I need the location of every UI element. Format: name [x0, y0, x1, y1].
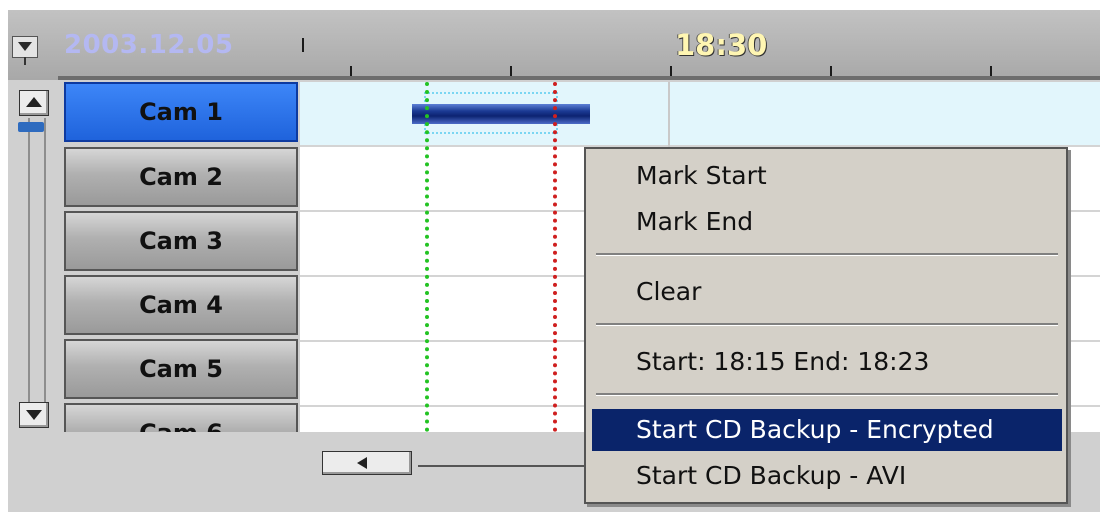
triangle-down-icon [26, 410, 42, 420]
recording-bar[interactable] [412, 104, 590, 124]
triangle-left-icon [357, 457, 367, 469]
time-label: 18:30 [675, 28, 768, 62]
scroll-track-left [28, 118, 30, 403]
scroll-up-button[interactable] [19, 90, 49, 116]
scroll-track-right [44, 118, 46, 403]
menu-item-clear[interactable]: Clear [592, 271, 1062, 313]
scroll-thumb[interactable] [18, 122, 44, 132]
cam-button-6[interactable]: Cam 6 [64, 403, 298, 432]
triangle-up-icon [26, 97, 42, 107]
scroll-left-button[interactable] [322, 451, 412, 475]
triangle-down-icon [18, 42, 32, 51]
cam-button-4[interactable]: Cam 4 [64, 275, 298, 335]
menu-separator [596, 393, 1058, 396]
menu-item-backup-encrypted[interactable]: Start CD Backup - Encrypted [592, 409, 1062, 451]
camera-scrollbar[interactable] [16, 88, 60, 433]
cam-button-1[interactable]: Cam 1 [64, 82, 298, 142]
dropdown-stem [24, 57, 26, 65]
menu-item-backup-avi[interactable]: Start CD Backup - AVI [592, 455, 1062, 497]
ruler-tick [302, 38, 304, 52]
menu-separator [596, 253, 1058, 256]
timeline-ruler [58, 76, 1100, 80]
camera-list: Cam 1 Cam 2 Cam 3 Cam 4 Cam 5 Cam 6 [62, 82, 300, 432]
date-dropdown-button[interactable] [12, 36, 38, 65]
menu-item-mark-end[interactable]: Mark End [592, 201, 1062, 243]
menu-item-mark-start[interactable]: Mark Start [592, 155, 1062, 197]
mark-end-line[interactable] [553, 82, 557, 432]
cam-button-3[interactable]: Cam 3 [64, 211, 298, 271]
menu-item-range: Start: 18:15 End: 18:23 [636, 347, 930, 376]
mark-start-line[interactable] [425, 82, 429, 432]
menu-separator [596, 323, 1058, 326]
cam-button-2[interactable]: Cam 2 [64, 147, 298, 207]
date-label: 2003.12.05 [64, 30, 234, 60]
context-menu: Mark Start Mark End Clear Start: 18:15 E… [584, 147, 1068, 504]
scroll-down-button[interactable] [19, 402, 49, 428]
cam-button-5[interactable]: Cam 5 [64, 339, 298, 399]
